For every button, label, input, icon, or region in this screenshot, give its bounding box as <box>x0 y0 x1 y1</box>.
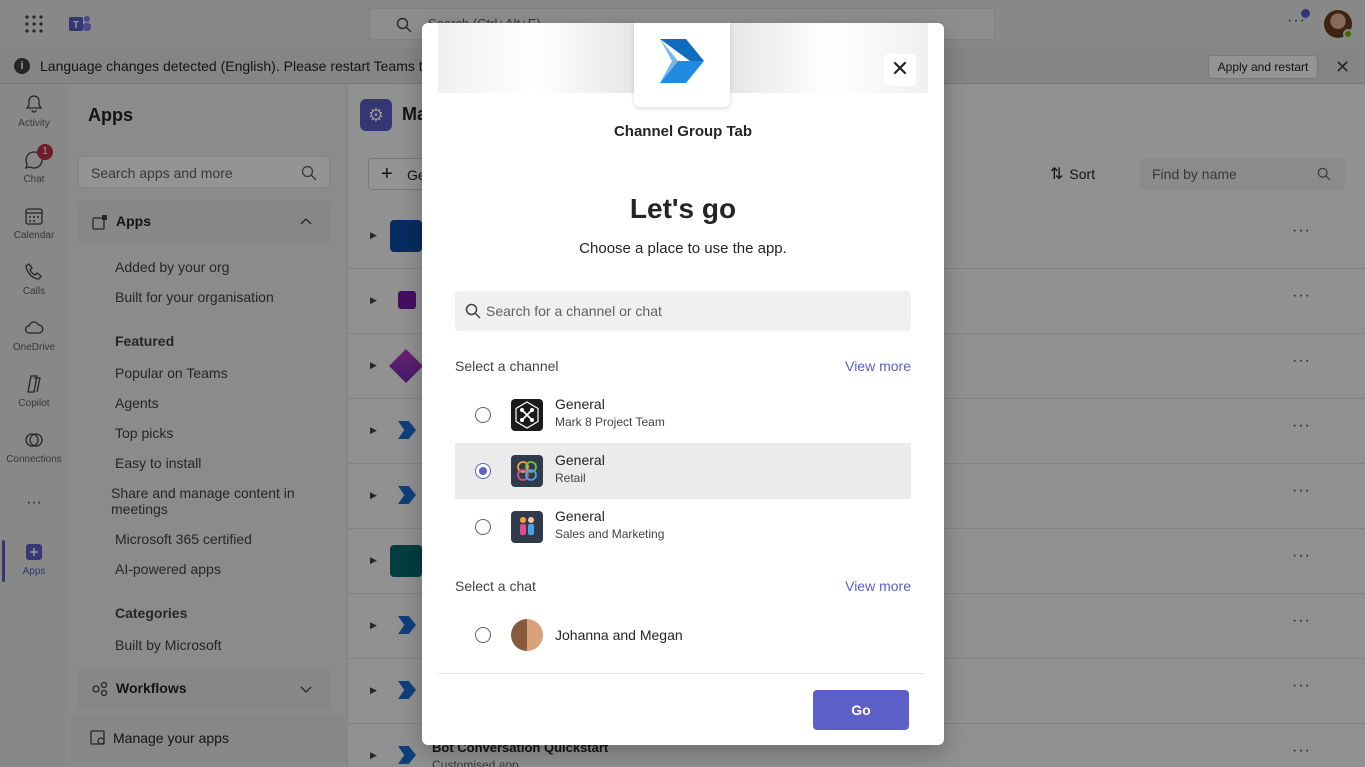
app-logo <box>634 23 730 107</box>
group-chat-avatar <box>511 619 543 651</box>
channel-name: General <box>555 396 605 412</box>
dialog-app-name: Channel Group Tab <box>613 123 753 140</box>
dialog-heading: Let's go <box>629 193 737 224</box>
search-icon <box>465 303 481 319</box>
channel-option-selected[interactable]: General Retail <box>455 443 911 499</box>
team-avatar-retail <box>511 455 543 487</box>
power-automate-icon <box>660 39 704 83</box>
team-icon <box>515 401 539 429</box>
team-avatar-sales <box>511 511 543 543</box>
channel-radio[interactable] <box>475 463 491 479</box>
team-name: Sales and Marketing <box>555 527 665 541</box>
view-more-channels-link[interactable]: View more <box>845 358 911 374</box>
close-dialog-button[interactable]: ✕ <box>884 54 916 86</box>
channel-radio[interactable] <box>475 519 491 535</box>
view-more-chats-link[interactable]: View more <box>845 578 911 594</box>
dialog-subheading: Choose a place to use the app. <box>579 240 787 257</box>
channel-option[interactable]: General Mark 8 Project Team <box>455 387 911 443</box>
channel-search-placeholder: Search for a channel or chat <box>486 303 662 319</box>
chat-name: Johanna and Megan <box>555 627 683 643</box>
channel-search-input[interactable]: Search for a channel or chat <box>455 291 911 331</box>
chat-option[interactable]: Johanna and Megan <box>455 607 911 663</box>
channel-name: General <box>555 452 605 468</box>
select-channel-label: Select a channel <box>455 358 559 374</box>
select-chat-label: Select a chat <box>455 578 536 594</box>
team-avatar-mark8 <box>511 399 543 431</box>
team-name: Retail <box>555 471 586 485</box>
team-name: Mark 8 Project Team <box>555 415 665 429</box>
team-icon <box>520 517 534 535</box>
chat-radio[interactable] <box>475 627 491 643</box>
dialog-divider <box>439 673 924 674</box>
go-button[interactable]: Go <box>813 690 909 730</box>
channel-option[interactable]: General Sales and Marketing <box>455 499 911 555</box>
add-app-dialog: ✕ Channel Group Tab Let's go Choose a pl… <box>422 23 944 745</box>
team-icon <box>517 461 537 481</box>
channel-radio[interactable] <box>475 407 491 423</box>
channel-name: General <box>555 508 605 524</box>
